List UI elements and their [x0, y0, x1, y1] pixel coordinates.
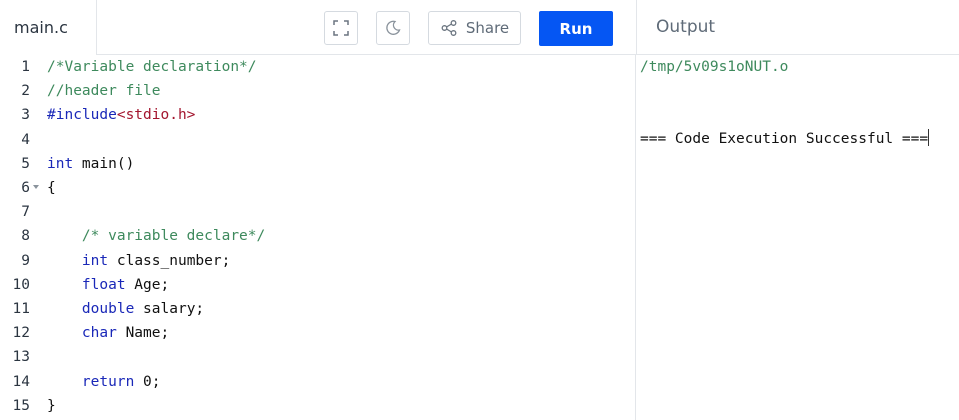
line-number: 7 — [21, 204, 30, 221]
code-token: { — [47, 180, 56, 196]
code-line[interactable]: 12 char Name; — [0, 321, 636, 345]
code-text: double salary; — [47, 297, 204, 321]
code-line[interactable]: 4 — [0, 128, 636, 152]
moon-icon — [386, 20, 401, 35]
line-number: 15 — [12, 397, 30, 414]
code-line[interactable]: 2 //header file — [0, 79, 636, 103]
code-text: /* variable declare*/ — [47, 224, 265, 248]
code-line[interactable]: 3 #include<stdio.h> — [0, 103, 636, 127]
code-token: Name; — [116, 325, 170, 342]
line-number: 10 — [12, 276, 30, 293]
line-number: 13 — [12, 349, 30, 366]
code-text: return 0; — [47, 370, 161, 394]
run-label: Run — [559, 19, 593, 38]
code-text: int main() — [47, 152, 134, 176]
code-token: main() — [73, 155, 135, 172]
code-token: return — [81, 373, 135, 390]
line-number: 12 — [12, 325, 30, 342]
code-text: int class_number; — [47, 249, 230, 273]
code-token: //header file — [47, 83, 161, 100]
output-panel-header: Output — [636, 0, 959, 54]
code-token: /*Variable declaration*/ — [47, 59, 257, 75]
code-line[interactable]: 13 — [0, 345, 636, 369]
code-line[interactable]: 11 double salary; — [0, 297, 636, 321]
code-text: } — [47, 394, 56, 418]
code-line[interactable]: 1 /*Variable declaration*/ — [0, 55, 636, 79]
code-token: class_number; — [108, 252, 231, 269]
code-line[interactable]: 14 return 0; — [0, 370, 636, 394]
line-number: 8 — [21, 228, 30, 245]
code-token: int — [81, 252, 109, 269]
file-tab-label: main.c — [14, 18, 68, 37]
line-number: 5 — [21, 155, 30, 172]
fullscreen-button[interactable] — [324, 11, 358, 45]
code-token: 0; — [134, 373, 161, 390]
code-text: char Name; — [47, 321, 169, 345]
code-token: } — [47, 397, 56, 414]
code-token: /* variable declare*/ — [47, 228, 266, 245]
code-text: #include<stdio.h> — [47, 103, 195, 127]
line-number: 2 — [21, 83, 30, 100]
code-token: salary; — [134, 301, 205, 317]
code-token: int — [47, 155, 74, 172]
share-label: Share — [465, 19, 510, 37]
code-text: float Age; — [47, 273, 169, 297]
fold-arrow-icon[interactable] — [33, 185, 39, 189]
code-line[interactable]: 8 /* variable declare*/ — [0, 224, 636, 248]
code-editor[interactable]: 1 /*Variable declaration*/ 2 //header file 3… — [0, 55, 636, 420]
line-number: 11 — [12, 301, 30, 317]
code-token: float — [81, 276, 126, 293]
output-message-text: === Code Execution Successful === — [640, 131, 929, 147]
code-token: <stdio.h> — [116, 107, 196, 124]
line-number: 14 — [12, 373, 30, 390]
output-title: Output — [656, 17, 716, 37]
tab-main-c[interactable]: main.c — [0, 0, 97, 55]
code-text: { — [47, 176, 56, 200]
line-number: 4 — [21, 131, 30, 148]
code-line[interactable]: 10 float Age; — [0, 273, 636, 297]
code-token: double — [81, 301, 135, 317]
code-text: /*Variable declaration*/ — [47, 55, 257, 79]
code-line[interactable]: 7 — [0, 200, 636, 224]
code-line[interactable]: 15} — [0, 394, 636, 418]
share-icon — [441, 20, 457, 36]
line-number: 6 — [21, 180, 30, 196]
code-text: //header file — [47, 79, 161, 103]
text-cursor — [928, 129, 930, 146]
code-token: #include — [47, 107, 117, 124]
code-line[interactable]: 6{ — [0, 176, 636, 200]
output-message: === Code Execution Successful === — [640, 127, 930, 151]
code-line[interactable]: 5 int main() — [0, 152, 636, 176]
output-path: /tmp/5v09s1oNUT.o — [640, 59, 789, 75]
code-token: Age; — [125, 276, 170, 293]
run-button[interactable]: Run — [539, 11, 613, 46]
output-console: /tmp/5v09s1oNUT.o === Code Execution Suc… — [636, 55, 959, 420]
line-number: 9 — [21, 252, 30, 269]
line-number: 3 — [21, 107, 30, 124]
code-line[interactable]: 9 int class_number; — [0, 249, 636, 273]
fullscreen-icon — [333, 20, 349, 36]
share-button[interactable]: Share — [428, 11, 521, 45]
theme-toggle-button[interactable] — [376, 11, 410, 45]
line-number: 1 — [21, 59, 30, 75]
code-token: char — [81, 325, 117, 342]
